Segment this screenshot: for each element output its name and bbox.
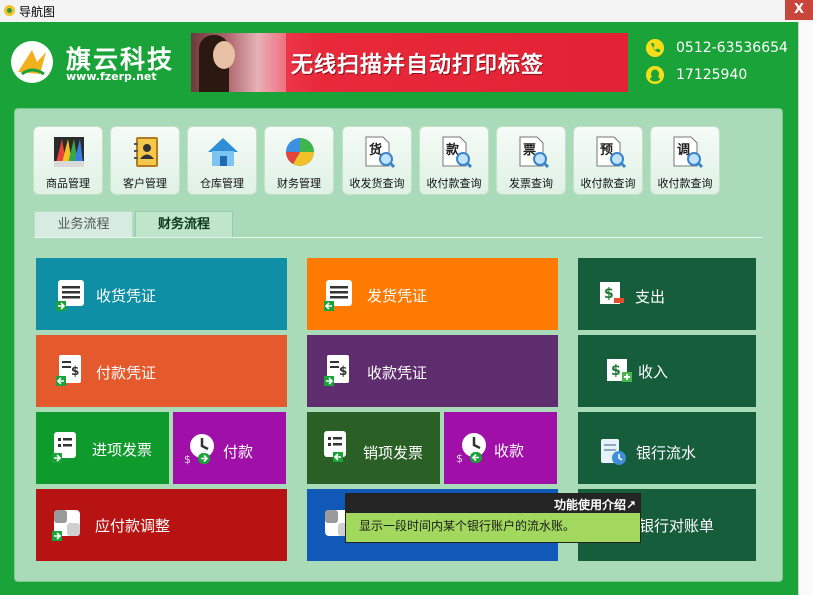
expense-icon: $: [600, 282, 624, 304]
warehouse-management-button[interactable]: 仓库管理: [187, 126, 257, 195]
tab-finance-flow[interactable]: 财务流程: [135, 211, 233, 238]
feature-tooltip: 功能使用介绍↗ 显示一段时间内某个银行账户的流水账。: [345, 493, 641, 543]
svg-text:$: $: [71, 364, 79, 378]
brand-url: www.fzerp.net: [66, 70, 157, 83]
quick-button-label: 发票查询: [509, 177, 553, 190]
payable-adjust-icon: [52, 510, 80, 541]
contact-book-icon: [134, 137, 158, 167]
pie-chart-icon: [286, 138, 314, 166]
tooltip-body: 显示一段时间内某个银行账户的流水账。: [359, 519, 576, 533]
close-button[interactable]: X: [785, 0, 813, 20]
quick-button-label: 仓库管理: [200, 177, 244, 190]
bank-flow-icon: [601, 439, 626, 465]
customer-management-button[interactable]: 客户管理: [110, 126, 180, 195]
window-edge: [798, 22, 813, 595]
payment-query-button[interactable]: 款 收付款查询: [419, 126, 489, 195]
tile-income[interactable]: $ 收入: [578, 335, 756, 407]
tile-payment-voucher[interactable]: $ 付款凭证: [36, 335, 287, 407]
tile-label: 收货凭证: [96, 287, 157, 305]
tile-label: 收入: [638, 363, 669, 381]
svg-text:$: $: [604, 286, 614, 302]
tooltip-title: 功能使用介绍↗: [553, 498, 636, 512]
finance-management-button[interactable]: 财务管理: [264, 126, 334, 195]
tile-label: 付款: [223, 443, 254, 461]
tile-payment[interactable]: $ 付款: [173, 412, 286, 484]
tile-label: 收款: [494, 442, 525, 460]
adjustment-query-button[interactable]: 调 收付款查询: [650, 126, 720, 195]
tile-label: 应付款调整: [95, 517, 171, 535]
quick-button-label: 收付款查询: [580, 177, 636, 190]
tab-divider: [34, 237, 762, 238]
quick-button-label: 客户管理: [123, 177, 167, 190]
doc-search-icon: 货: [365, 136, 395, 169]
collection-clock-icon: $: [456, 433, 486, 464]
tile-label: 付款凭证: [96, 364, 157, 382]
tile-collection[interactable]: $ 收款: [444, 412, 557, 484]
voucher-receive-icon: [56, 280, 84, 311]
window-title: 导航图: [19, 5, 56, 19]
doc-search-icon: 款: [442, 136, 472, 169]
tile-label: 进项发票: [92, 441, 153, 459]
prepayment-query-button[interactable]: 预 收付款查询: [573, 126, 643, 195]
svg-text:$: $: [339, 364, 347, 378]
quick-button-label: 收发货查询: [349, 177, 405, 190]
sales-invoice-icon: [324, 431, 346, 462]
phone-number: 0512-63536654: [676, 40, 788, 56]
svg-text:$: $: [184, 453, 191, 465]
payment-clock-icon: $: [184, 434, 214, 465]
banner-text: 无线扫描并自动打印标签: [291, 53, 545, 78]
ad-banner[interactable]: 无线扫描并自动打印标签: [191, 33, 628, 92]
quick-button-label: 收付款查询: [426, 177, 482, 190]
phone-icon: [646, 39, 664, 57]
doc-search-icon: 预: [596, 136, 626, 169]
tile-sales-invoice[interactable]: 销项发票: [307, 412, 440, 484]
tile-label: 收款凭证: [367, 364, 428, 382]
product-stack-icon: [54, 137, 84, 167]
tile-payable-adjust[interactable]: 应付款调整: [36, 489, 287, 561]
tile-expense[interactable]: $ 支出: [578, 258, 756, 330]
quick-button-label: 商品管理: [46, 177, 90, 190]
quick-button-label: 收付款查询: [657, 177, 713, 190]
tile-receive-voucher[interactable]: 收货凭证: [36, 258, 287, 330]
qq-number: 17125940: [676, 67, 748, 83]
tile-label: 支出: [635, 288, 666, 306]
app-icon: [4, 5, 15, 16]
tile-purchase-invoice[interactable]: 进项发票: [36, 412, 169, 484]
svg-text:$: $: [611, 363, 621, 379]
invoice-query-button[interactable]: 票 发票查询: [496, 126, 566, 195]
tile-label: 销项发票: [363, 444, 424, 462]
tile-receipt-voucher[interactable]: $ 收款凭证: [307, 335, 558, 407]
warehouse-house-icon: [208, 138, 238, 166]
svg-text:$: $: [456, 452, 463, 464]
company-logo-icon: [11, 41, 53, 83]
tile-ship-voucher[interactable]: 发货凭证: [307, 258, 558, 330]
voucher-ship-icon: [324, 280, 352, 311]
quick-button-label: 财务管理: [277, 177, 321, 190]
tile-label: 发货凭证: [367, 287, 428, 305]
tile-bank-flow[interactable]: 银行流水: [578, 412, 756, 484]
tab-business-flow[interactable]: 业务流程: [34, 211, 133, 238]
tile-label: 银行对账单: [639, 517, 715, 535]
doc-search-icon: 票: [519, 136, 549, 169]
qq-icon: [646, 66, 664, 84]
title-bar: 导航图 X: [0, 0, 813, 23]
product-management-button[interactable]: 商品管理: [33, 126, 103, 195]
tooltip-header: 功能使用介绍↗: [346, 494, 640, 513]
purchase-invoice-icon: [52, 432, 76, 463]
tile-label: 银行流水: [636, 444, 697, 462]
income-icon: $: [607, 359, 632, 382]
banner-photo: [191, 33, 286, 92]
payment-voucher-icon: $: [56, 355, 81, 386]
shipping-query-button[interactable]: 货 收发货查询: [342, 126, 412, 195]
receipt-voucher-icon: $: [324, 355, 349, 386]
doc-search-icon: 调: [673, 136, 703, 169]
